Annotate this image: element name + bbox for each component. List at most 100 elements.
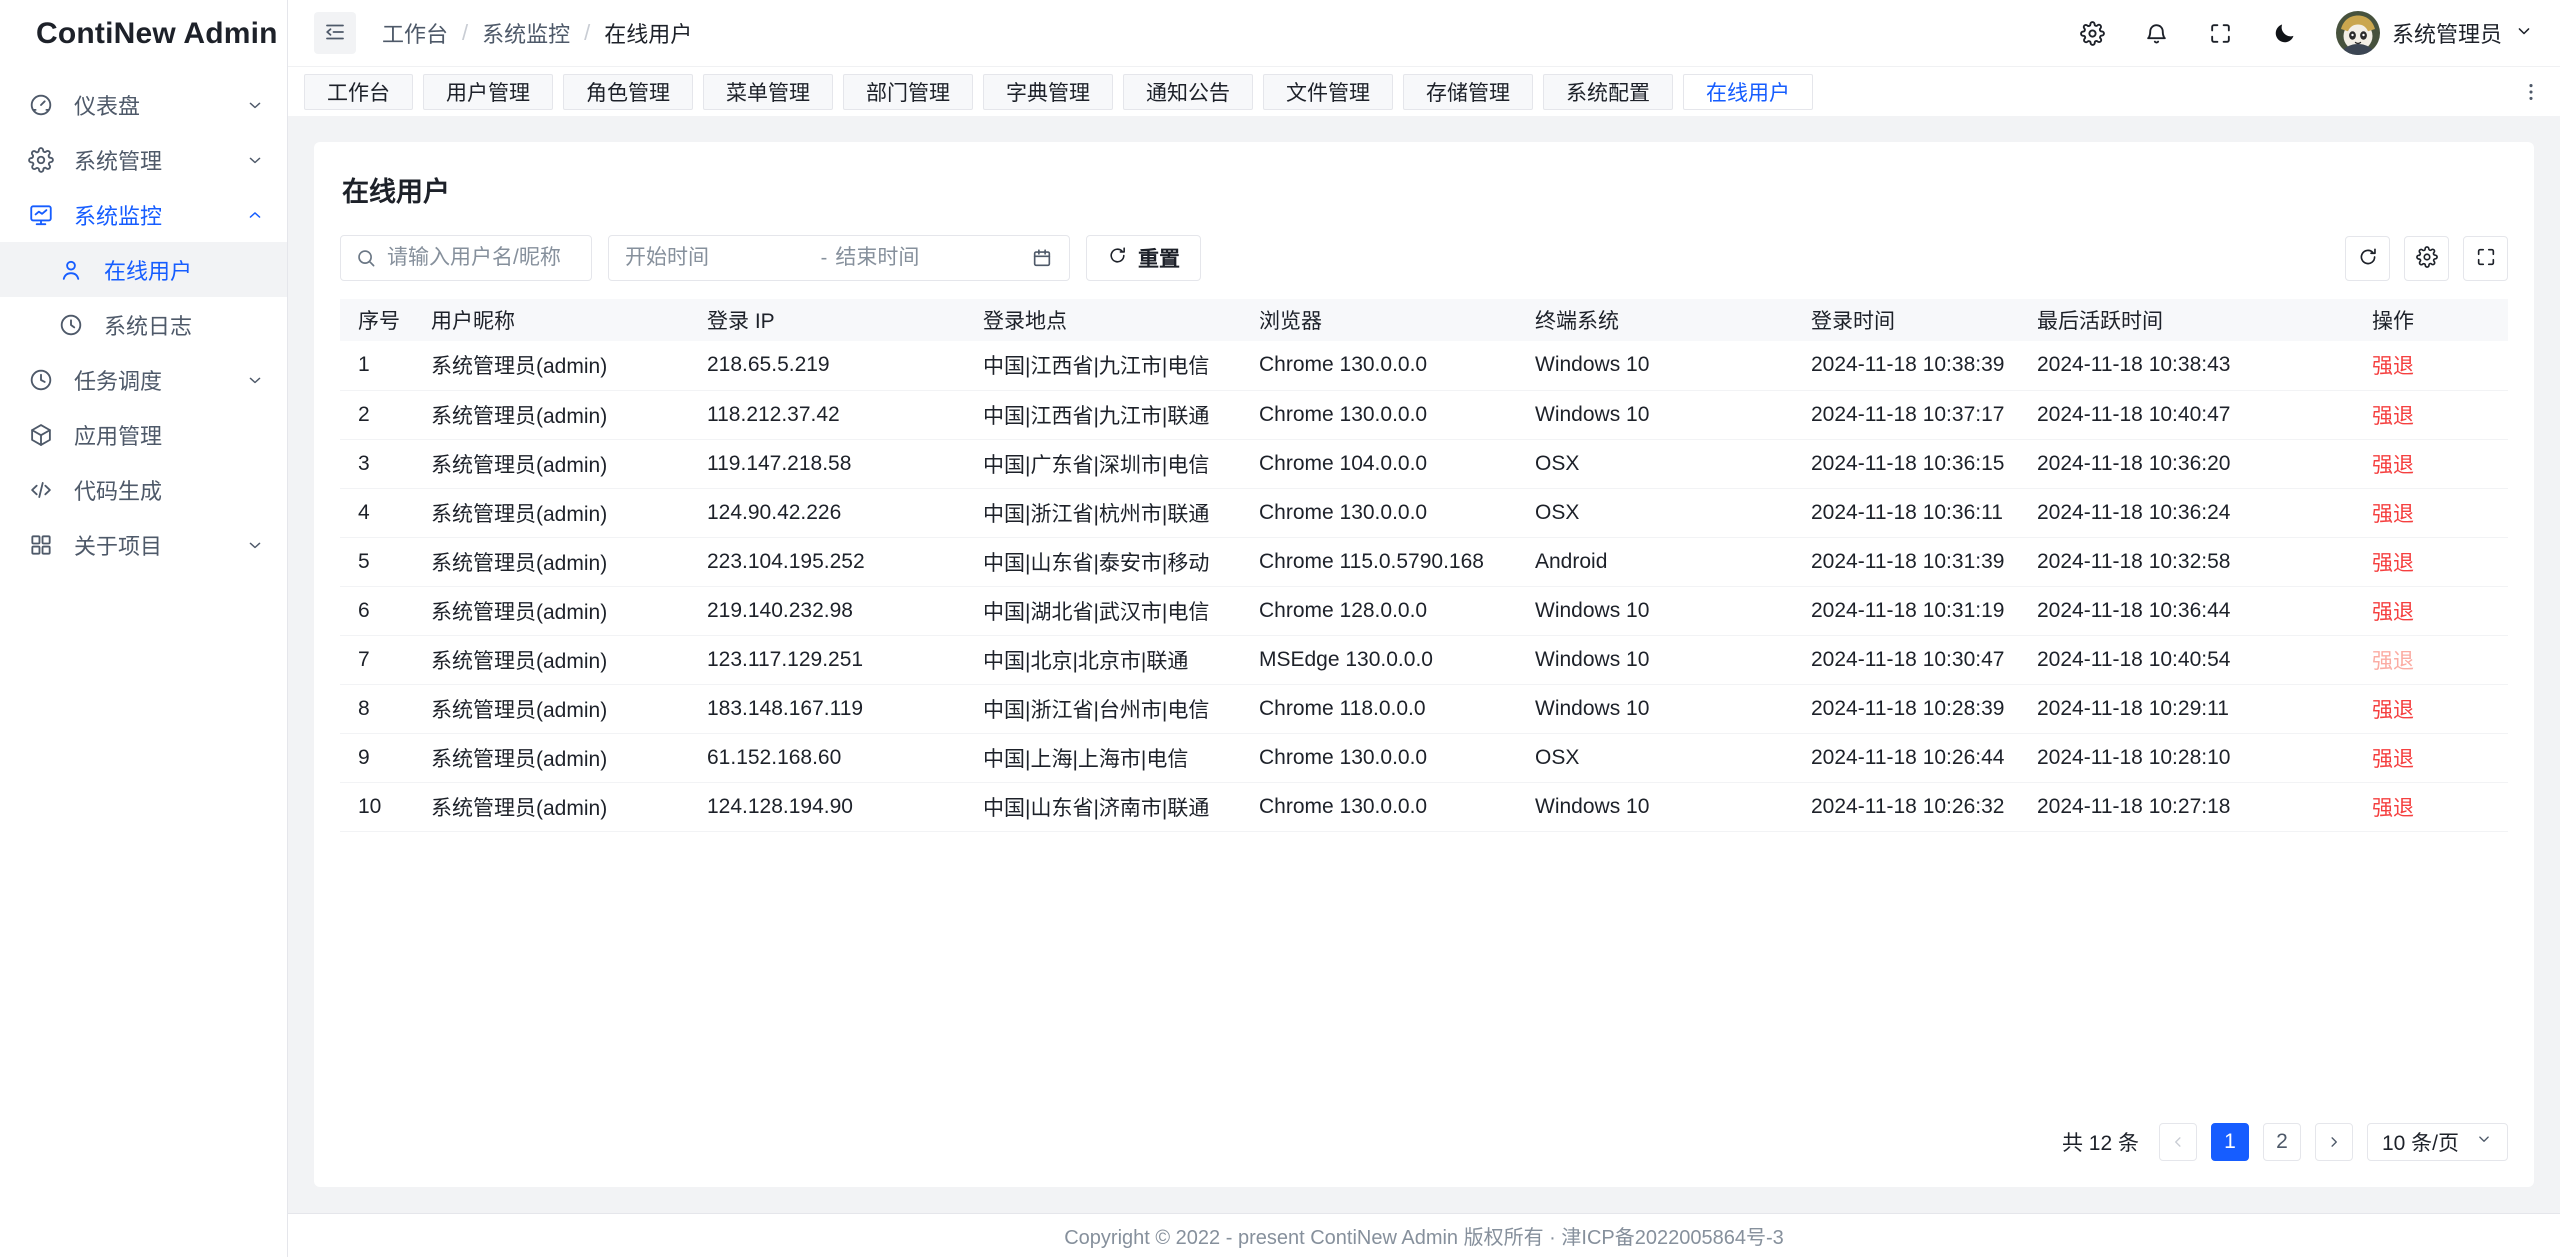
cell-browser: Chrome 130.0.0.0 — [1259, 733, 1535, 782]
cell-nickname: 系统管理员(admin) — [431, 586, 707, 635]
chevron-down-icon — [245, 95, 265, 115]
dark-mode-moon-icon[interactable] — [2272, 20, 2298, 46]
pagination-total: 共 12 条 — [2062, 1127, 2139, 1157]
cell-login-time: 2024-11-18 10:36:11 — [1811, 488, 2037, 537]
sidebar-collapse-button[interactable] — [314, 12, 356, 54]
sidebar-nav: 仪表盘 系统管理 系统监控 在线用户 系统日志 — [0, 67, 287, 572]
cell-browser: Chrome 130.0.0.0 — [1259, 782, 1535, 831]
content-area: 在线用户 - 重置 — [288, 116, 2560, 1213]
tab-workbench[interactable]: 工作台 — [304, 74, 413, 110]
cell-last-active: 2024-11-18 10:28:10 — [2037, 733, 2372, 782]
force-logout-link[interactable]: 强退 — [2372, 748, 2414, 771]
sidebar-item-label: 系统日志 — [104, 309, 192, 341]
cell-login-time: 2024-11-18 10:30:47 — [1811, 635, 2037, 684]
date-range-picker[interactable]: - — [608, 235, 1070, 281]
online-users-table: 序号 用户昵称 登录 IP 登录地点 浏览器 终端系统 登录时间 最后活跃时间 … — [340, 299, 2508, 832]
breadcrumb-item[interactable]: 系统监控 — [482, 17, 570, 49]
force-logout-link[interactable]: 强退 — [2372, 405, 2414, 428]
tab-role-management[interactable]: 角色管理 — [563, 74, 693, 110]
cell-ip: 223.104.195.252 — [707, 537, 983, 586]
sidebar-item-dashboard[interactable]: 仪表盘 — [0, 77, 287, 132]
filter-row: - 重置 — [340, 235, 2508, 281]
force-logout-link[interactable]: 强退 — [2372, 797, 2414, 820]
table-row: 7系统管理员(admin)123.117.129.251中国|北京|北京市|联通… — [340, 635, 2508, 684]
cell-location: 中国|广东省|深圳市|电信 — [983, 439, 1259, 488]
cell-nickname: 系统管理员(admin) — [431, 684, 707, 733]
cell-login-time: 2024-11-18 10:31:19 — [1811, 586, 2037, 635]
pagination-prev-button[interactable] — [2159, 1123, 2197, 1161]
sidebar-item-online-users[interactable]: 在线用户 — [0, 242, 287, 297]
monitor-icon — [28, 202, 54, 228]
force-logout-link[interactable]: 强退 — [2372, 601, 2414, 624]
force-logout-link[interactable]: 强退 — [2372, 454, 2414, 477]
breadcrumb-item[interactable]: 工作台 — [382, 17, 448, 49]
bell-icon[interactable] — [2144, 20, 2170, 46]
cell-login-time: 2024-11-18 10:26:44 — [1811, 733, 2037, 782]
sidebar-item-code-generation[interactable]: 代码生成 — [0, 462, 287, 517]
sidebar-item-system-logs[interactable]: 系统日志 — [0, 297, 287, 352]
sidebar-item-task-scheduler[interactable]: 任务调度 — [0, 352, 287, 407]
pagination-page-1[interactable]: 1 — [2211, 1123, 2249, 1161]
cell-ip: 219.140.232.98 — [707, 586, 983, 635]
tab-online-users[interactable]: 在线用户 — [1683, 74, 1813, 110]
sidebar-item-about-project[interactable]: 关于项目 — [0, 517, 287, 572]
cell-ip: 123.117.129.251 — [707, 635, 983, 684]
tab-more-icon[interactable] — [2518, 81, 2544, 103]
sidebar-item-app-management[interactable]: 应用管理 — [0, 407, 287, 462]
app-logo[interactable]: ContiNew Admin — [0, 0, 287, 67]
column-header: 用户昵称 — [431, 299, 707, 341]
chevron-up-icon — [245, 205, 265, 225]
cell-ip: 61.152.168.60 — [707, 733, 983, 782]
topbar: 工作台 / 系统监控 / 在线用户 — [288, 0, 2560, 67]
end-time-input[interactable] — [835, 246, 1023, 270]
search-input[interactable] — [387, 246, 577, 270]
user-menu[interactable]: 系统管理员 — [2336, 11, 2534, 55]
cell-last-active: 2024-11-18 10:40:47 — [2037, 390, 2372, 439]
cell-browser: Chrome 130.0.0.0 — [1259, 488, 1535, 537]
tab-dept-management[interactable]: 部门管理 — [843, 74, 973, 110]
column-header: 登录 IP — [707, 299, 983, 341]
tab-user-management[interactable]: 用户管理 — [423, 74, 553, 110]
tab-menu-management[interactable]: 菜单管理 — [703, 74, 833, 110]
cell-ip: 183.148.167.119 — [707, 684, 983, 733]
cell-index: 1 — [340, 341, 431, 390]
column-settings-button[interactable] — [2404, 236, 2449, 281]
cell-nickname: 系统管理员(admin) — [431, 439, 707, 488]
sidebar-item-system-management[interactable]: 系统管理 — [0, 132, 287, 187]
search-icon — [355, 247, 377, 269]
tab-notice[interactable]: 通知公告 — [1123, 74, 1253, 110]
cell-location: 中国|江西省|九江市|电信 — [983, 341, 1259, 390]
cell-location: 中国|浙江省|杭州市|联通 — [983, 488, 1259, 537]
page-size-select[interactable]: 10 条/页 — [2367, 1123, 2508, 1161]
force-logout-link[interactable]: 强退 — [2372, 503, 2414, 526]
cell-login-time: 2024-11-18 10:37:17 — [1811, 390, 2037, 439]
breadcrumb-current: 在线用户 — [604, 17, 692, 49]
force-logout-link[interactable]: 强退 — [2372, 699, 2414, 722]
cell-nickname: 系统管理员(admin) — [431, 782, 707, 831]
tab-storage-management[interactable]: 存储管理 — [1403, 74, 1533, 110]
refresh-button[interactable] — [2345, 236, 2390, 281]
table-fullscreen-button[interactable] — [2463, 236, 2508, 281]
cell-ip: 118.212.37.42 — [707, 390, 983, 439]
reset-button[interactable]: 重置 — [1086, 235, 1201, 281]
menu-fold-icon — [323, 20, 347, 47]
fullscreen-icon[interactable] — [2208, 20, 2234, 46]
pagination-next-button[interactable] — [2315, 1123, 2353, 1161]
settings-gear-icon[interactable] — [2080, 20, 2106, 46]
pagination-page-2[interactable]: 2 — [2263, 1123, 2301, 1161]
force-logout-link[interactable]: 强退 — [2372, 650, 2414, 673]
cell-index: 5 — [340, 537, 431, 586]
tab-dict-management[interactable]: 字典管理 — [983, 74, 1113, 110]
sidebar-item-label: 仪表盘 — [74, 89, 140, 121]
tab-file-management[interactable]: 文件管理 — [1263, 74, 1393, 110]
cell-ip: 119.147.218.58 — [707, 439, 983, 488]
tab-system-config[interactable]: 系统配置 — [1543, 74, 1673, 110]
sidebar-item-system-monitor[interactable]: 系统监控 — [0, 187, 287, 242]
cell-os: Windows 10 — [1535, 390, 1811, 439]
force-logout-link[interactable]: 强退 — [2372, 552, 2414, 575]
chevron-down-icon — [245, 535, 265, 555]
cell-login-time: 2024-11-18 10:38:39 — [1811, 341, 2037, 390]
breadcrumb-separator: / — [584, 20, 590, 46]
force-logout-link[interactable]: 强退 — [2372, 355, 2414, 378]
start-time-input[interactable] — [625, 246, 813, 270]
